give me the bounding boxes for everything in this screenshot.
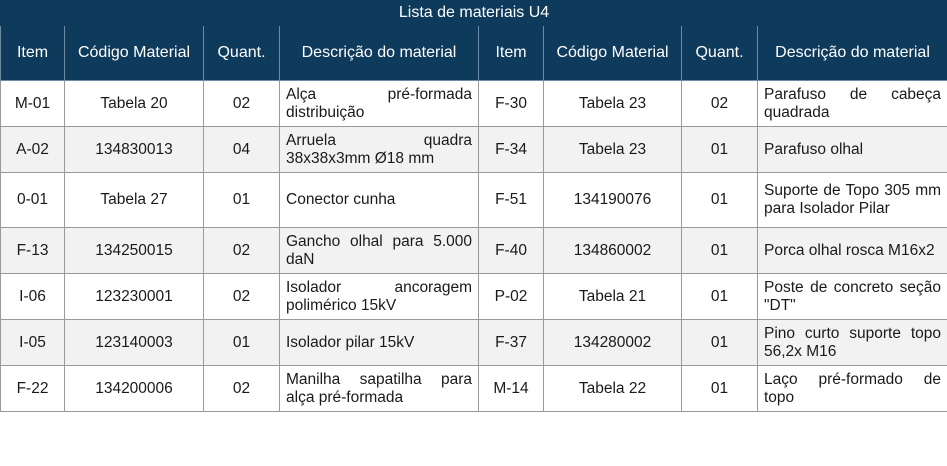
description-cell: Conector cunha bbox=[279, 172, 479, 228]
material-code-cell: 134830013 bbox=[64, 126, 204, 173]
item-cell: I-06 bbox=[0, 273, 65, 320]
table-row: I-06 123230001 02 Isolador ancoragem polimé… bbox=[0, 273, 947, 320]
description-cell: Laço pré-formado de topo bbox=[756, 365, 947, 412]
description-cell: Alça pré-formada distribuição bbox=[279, 80, 479, 127]
material-code-cell: 134190076 bbox=[543, 172, 682, 228]
material-code-cell: Tabela 21 bbox=[543, 273, 682, 320]
item-cell: F-37 bbox=[478, 319, 544, 366]
quantity-cell: 04 bbox=[203, 126, 280, 173]
quantity-cell: 02 bbox=[203, 365, 280, 412]
material-code-cell: 134280002 bbox=[543, 319, 682, 366]
item-cell: M-01 bbox=[0, 80, 65, 127]
item-cell: F-22 bbox=[0, 365, 65, 412]
quantity-cell: 01 bbox=[681, 365, 758, 412]
quantity-cell: 01 bbox=[681, 319, 758, 366]
item-cell: F-30 bbox=[478, 80, 544, 127]
description-cell: Suporte de Topo 305 mm para Isolador Pil… bbox=[756, 172, 947, 228]
header-description-left: Descrição do material bbox=[279, 25, 479, 81]
item-cell: A-02 bbox=[0, 126, 65, 173]
table-title: Lista de materiais U4 bbox=[0, 0, 947, 26]
item-cell: F-40 bbox=[478, 227, 544, 274]
item-cell: M-14 bbox=[478, 365, 544, 412]
header-material-code-left: Código Material bbox=[64, 25, 204, 81]
material-code-cell: Tabela 27 bbox=[64, 172, 204, 228]
quantity-cell: 01 bbox=[681, 172, 758, 228]
quantity-cell: 01 bbox=[203, 172, 280, 228]
material-code-cell: Tabela 23 bbox=[543, 80, 682, 127]
quantity-cell: 02 bbox=[203, 227, 280, 274]
description-cell: Arruela quadra 38x38x3mm Ø18 mm bbox=[279, 126, 479, 173]
item-cell: 0-01 bbox=[0, 172, 65, 228]
quantity-cell: 01 bbox=[681, 227, 758, 274]
quantity-cell: 02 bbox=[203, 80, 280, 127]
item-cell: P-02 bbox=[478, 273, 544, 320]
material-code-cell: Tabela 20 bbox=[64, 80, 204, 127]
material-code-cell: 123230001 bbox=[64, 273, 204, 320]
item-cell: F-34 bbox=[478, 126, 544, 173]
description-cell: Isolador pilar 15kV bbox=[279, 319, 479, 366]
table-row: M-01 Tabela 20 02 Alça pré-formada distribu… bbox=[0, 80, 947, 127]
header-quantity-left: Quant. bbox=[203, 25, 280, 81]
header-description-right: Descrição do material bbox=[756, 25, 947, 81]
description-cell: Pino curto suporte topo 56,2x M16 bbox=[756, 319, 947, 366]
table-row: 0-01 Tabela 27 01 Conector cunha F-51 1341900… bbox=[0, 172, 947, 228]
material-code-cell: Tabela 22 bbox=[543, 365, 682, 412]
table-row: A-02 134830013 04 Arruela quadra 38x38x3mm … bbox=[0, 126, 947, 173]
description-cell: Manilha sapatilha para alça pré-formada bbox=[279, 365, 479, 412]
material-code-cell: 134250015 bbox=[64, 227, 204, 274]
quantity-cell: 01 bbox=[681, 126, 758, 173]
quantity-cell: 01 bbox=[681, 273, 758, 320]
description-cell: Poste de concreto seção "DT" bbox=[756, 273, 947, 320]
item-cell: F-51 bbox=[478, 172, 544, 228]
description-cell: Gancho olhal para 5.000 daN bbox=[279, 227, 479, 274]
table-row: F-13 134250015 02 Gancho olhal para 5.000 d… bbox=[0, 227, 947, 274]
material-code-cell: Tabela 23 bbox=[543, 126, 682, 173]
header-item-left: Item bbox=[0, 25, 65, 81]
material-code-cell: 134200006 bbox=[64, 365, 204, 412]
quantity-cell: 02 bbox=[203, 273, 280, 320]
material-code-cell: 123140003 bbox=[64, 319, 204, 366]
table-row: I-05 123140003 01 Isolador pilar 15kV F-37 13… bbox=[0, 319, 947, 366]
item-cell: F-13 bbox=[0, 227, 65, 274]
header-item-right: Item bbox=[478, 25, 544, 81]
description-cell: Porca olhal rosca M16x2 bbox=[756, 227, 947, 274]
quantity-cell: 01 bbox=[203, 319, 280, 366]
description-cell: Parafuso de cabeça quadrada bbox=[756, 80, 947, 127]
material-code-cell: 134860002 bbox=[543, 227, 682, 274]
table-row: F-22 134200006 02 Manilha sapatilha para al… bbox=[0, 365, 947, 412]
header-material-code-right: Código Material bbox=[543, 25, 682, 81]
header-quantity-right: Quant. bbox=[681, 25, 758, 81]
description-cell: Parafuso olhal bbox=[756, 126, 947, 173]
item-cell: I-05 bbox=[0, 319, 65, 366]
quantity-cell: 02 bbox=[681, 80, 758, 127]
description-cell: Isolador ancoragem polimérico 15kV bbox=[279, 273, 479, 320]
materials-table: Lista de materiais U4 Item Código Materia… bbox=[0, 0, 947, 412]
